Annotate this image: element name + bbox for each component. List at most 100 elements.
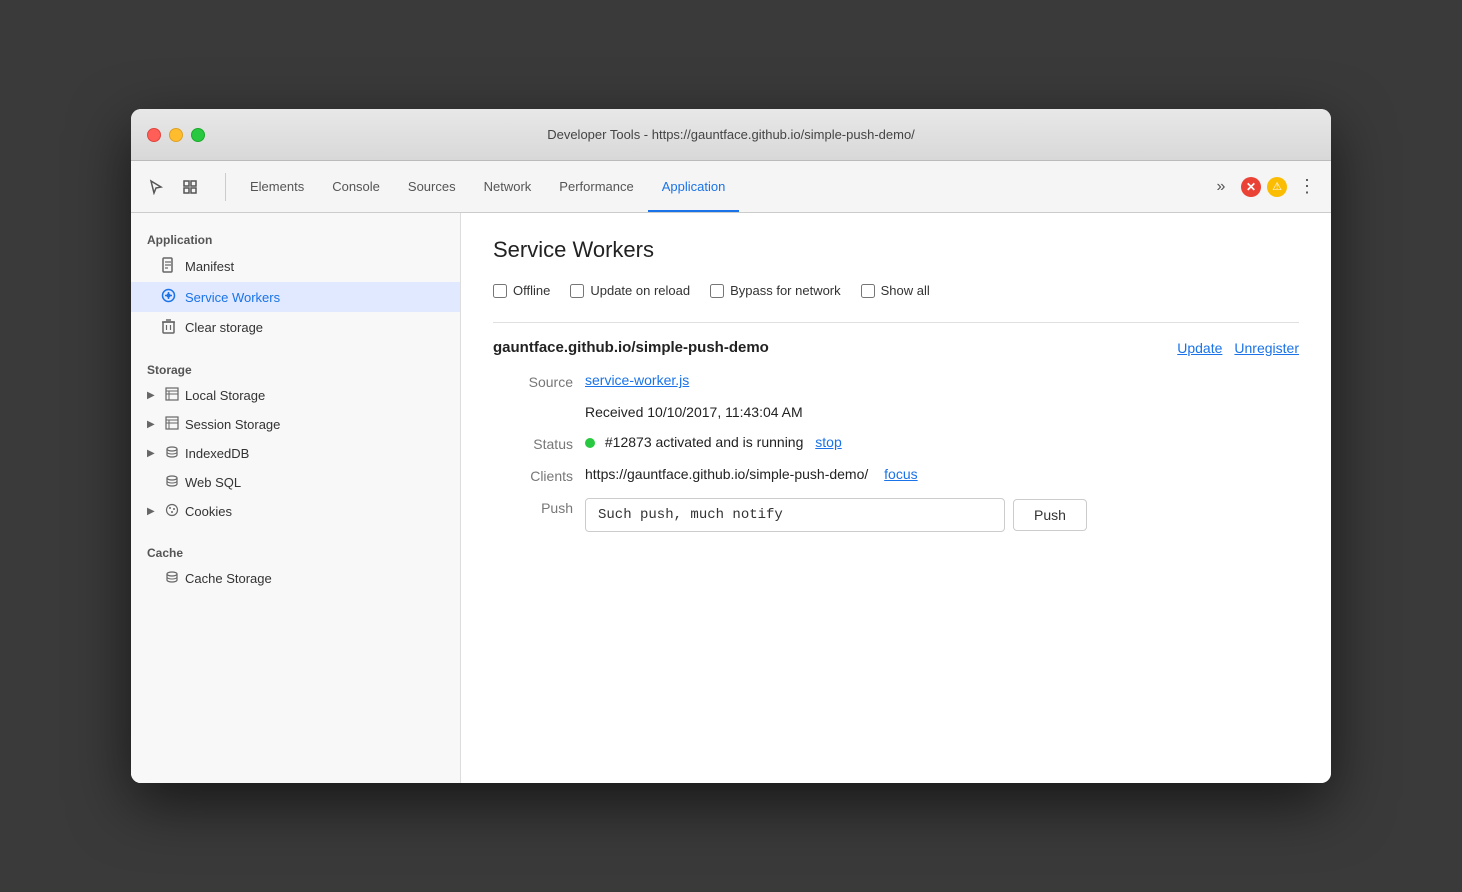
warning-badge: ⚠: [1267, 177, 1287, 197]
show-all-checkbox[interactable]: [861, 284, 875, 298]
status-dot: [585, 438, 595, 448]
inspect-icon: [182, 179, 198, 195]
tab-sources[interactable]: Sources: [394, 161, 470, 212]
sidebar-item-local-storage-label: Local Storage: [185, 388, 265, 403]
main-content: Application Manifest Service Workers Cle…: [131, 213, 1331, 783]
tab-console[interactable]: Console: [318, 161, 394, 212]
toolbar: Elements Console Sources Network Perform…: [131, 161, 1331, 213]
indexeddb-icon: [163, 445, 181, 462]
show-all-label: Show all: [881, 283, 930, 298]
source-label: Source: [493, 372, 573, 390]
source-link[interactable]: service-worker.js: [585, 372, 689, 388]
main-panel: Service Workers Offline Update on reload…: [461, 213, 1331, 783]
status-label: Status: [493, 434, 573, 452]
close-button[interactable]: [147, 128, 161, 142]
tab-performance[interactable]: Performance: [545, 161, 647, 212]
update-on-reload-checkbox[interactable]: [570, 284, 584, 298]
sidebar: Application Manifest Service Workers Cle…: [131, 213, 461, 783]
push-row: Push: [585, 498, 1299, 532]
received-label: [493, 404, 573, 420]
sidebar-item-local-storage[interactable]: ▶ Local Storage: [131, 381, 460, 410]
sidebar-item-cookies-label: Cookies: [185, 504, 232, 519]
session-storage-arrow: ▶: [147, 419, 159, 430]
session-storage-icon: [163, 416, 181, 433]
window-title: Developer Tools - https://gauntface.gith…: [547, 127, 915, 142]
sidebar-item-indexeddb[interactable]: ▶ IndexedDB: [131, 439, 460, 468]
sw-origin: gauntface.github.io/simple-push-demo: [493, 339, 769, 356]
offline-label: Offline: [513, 283, 550, 298]
local-storage-arrow: ▶: [147, 390, 159, 401]
sidebar-separator-1: [131, 343, 460, 355]
received-text: Received 10/10/2017, 11:43:04 AM: [585, 404, 1299, 420]
update-button[interactable]: Update: [1177, 340, 1222, 356]
cursor-icon-btn[interactable]: [141, 172, 171, 202]
tab-elements[interactable]: Elements: [236, 161, 318, 212]
maximize-button[interactable]: [191, 128, 205, 142]
bypass-for-network-checkbox[interactable]: [710, 284, 724, 298]
status-value: #12873 activated and is running stop: [585, 434, 1299, 452]
offline-checkbox[interactable]: [493, 284, 507, 298]
menu-button[interactable]: ⋮: [1293, 173, 1321, 201]
sw-actions: Update Unregister: [1177, 340, 1299, 356]
stop-link[interactable]: stop: [815, 434, 841, 450]
sidebar-item-web-sql[interactable]: ▶ Web SQL: [131, 468, 460, 497]
sw-details: Source service-worker.js Received 10/10/…: [493, 372, 1299, 532]
toolbar-divider: [225, 173, 226, 201]
devtools-window: Developer Tools - https://gauntface.gith…: [131, 109, 1331, 783]
clear-storage-icon: [159, 318, 177, 337]
sidebar-section-storage: Storage: [131, 355, 460, 381]
sidebar-item-clear-storage[interactable]: Clear storage: [131, 312, 460, 343]
clients-label: Clients: [493, 466, 573, 484]
push-input[interactable]: [585, 498, 1005, 532]
tab-network[interactable]: Network: [470, 161, 546, 212]
sidebar-item-service-workers[interactable]: Service Workers: [131, 282, 460, 312]
title-bar: Developer Tools - https://gauntface.gith…: [131, 109, 1331, 161]
push-button[interactable]: Push: [1013, 499, 1087, 531]
sidebar-separator-2: [131, 526, 460, 538]
web-sql-icon: [163, 474, 181, 491]
checkboxes-row: Offline Update on reload Bypass for netw…: [493, 283, 1299, 298]
more-tabs-button[interactable]: »: [1207, 173, 1235, 201]
sidebar-item-web-sql-label: Web SQL: [185, 475, 241, 490]
manifest-icon: [159, 257, 177, 276]
focus-link[interactable]: focus: [884, 466, 917, 482]
sidebar-item-session-storage-label: Session Storage: [185, 417, 280, 432]
unregister-button[interactable]: Unregister: [1234, 340, 1299, 356]
checkbox-offline[interactable]: Offline: [493, 283, 550, 298]
service-workers-icon: [159, 288, 177, 306]
toolbar-right: » ✕ ⚠ ⋮: [1207, 173, 1321, 201]
checkbox-show-all[interactable]: Show all: [861, 283, 930, 298]
cache-storage-icon: [163, 570, 181, 587]
cookies-arrow: ▶: [147, 506, 159, 517]
sidebar-item-cache-storage[interactable]: ▶ Cache Storage: [131, 564, 460, 593]
push-label: Push: [493, 498, 573, 532]
inspect-icon-btn[interactable]: [175, 172, 205, 202]
sidebar-item-cache-storage-label: Cache Storage: [185, 571, 272, 586]
minimize-button[interactable]: [169, 128, 183, 142]
sidebar-section-cache: Cache: [131, 538, 460, 564]
checkbox-bypass-for-network[interactable]: Bypass for network: [710, 283, 841, 298]
sw-header: gauntface.github.io/simple-push-demo Upd…: [493, 339, 1299, 356]
sidebar-item-manifest-label: Manifest: [185, 259, 234, 274]
push-value: Push: [585, 498, 1299, 532]
status-text: #12873 activated and is running: [605, 434, 803, 450]
panel-title: Service Workers: [493, 237, 1299, 263]
sidebar-item-indexeddb-label: IndexedDB: [185, 446, 249, 461]
sidebar-item-clear-storage-label: Clear storage: [185, 320, 263, 335]
cursor-icon: [148, 179, 164, 195]
checkbox-update-on-reload[interactable]: Update on reload: [570, 283, 690, 298]
tab-application[interactable]: Application: [648, 161, 740, 212]
cookies-icon: [163, 503, 181, 520]
update-on-reload-label: Update on reload: [590, 283, 690, 298]
sidebar-item-manifest[interactable]: Manifest: [131, 251, 460, 282]
indexeddb-arrow: ▶: [147, 448, 159, 459]
toolbar-icons: [141, 172, 205, 202]
sidebar-item-service-workers-label: Service Workers: [185, 290, 280, 305]
sw-entry: gauntface.github.io/simple-push-demo Upd…: [493, 322, 1299, 532]
toolbar-tabs: Elements Console Sources Network Perform…: [236, 161, 1203, 212]
error-badge: ✕: [1241, 177, 1261, 197]
sidebar-item-session-storage[interactable]: ▶ Session Storage: [131, 410, 460, 439]
sidebar-item-cookies[interactable]: ▶ Cookies: [131, 497, 460, 526]
sidebar-section-application: Application: [131, 225, 460, 251]
traffic-lights: [147, 128, 205, 142]
